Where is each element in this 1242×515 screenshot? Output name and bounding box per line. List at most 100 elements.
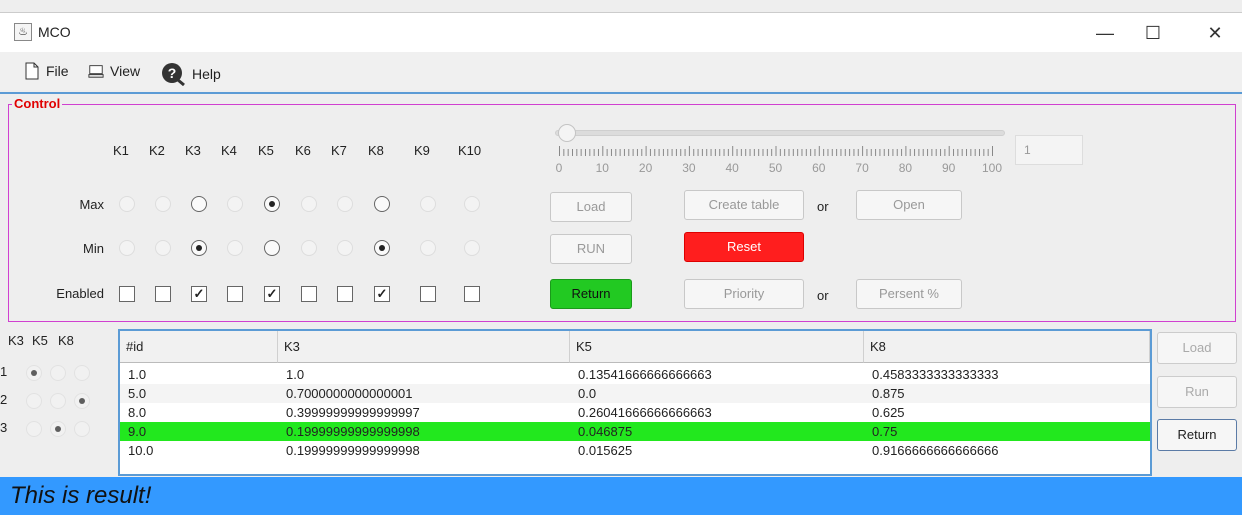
run-button[interactable]: RUN [550, 234, 632, 264]
max-radio-k9[interactable] [420, 196, 436, 212]
column-header-k3[interactable]: K3 [278, 331, 570, 363]
slider-tick-label: 0 [555, 161, 563, 175]
min-radio-k5[interactable] [264, 240, 280, 256]
priority-button[interactable]: Priority [684, 279, 804, 309]
min-radio-k9[interactable] [420, 240, 436, 256]
menu-separator [0, 92, 1242, 94]
min-radio-k2[interactable] [155, 240, 171, 256]
open-button[interactable]: Open [856, 190, 962, 220]
close-button[interactable]: ✕ [1192, 19, 1238, 47]
slider-tick-label: 40 [725, 161, 739, 175]
enabled-checkbox-k10[interactable] [464, 286, 480, 302]
enabled-checkbox-k8[interactable]: ✓ [374, 286, 390, 302]
enabled-checkbox-k5[interactable]: ✓ [264, 286, 280, 302]
weight-radio-1-k3[interactable] [26, 365, 42, 381]
min-radio-k1[interactable] [119, 240, 135, 256]
max-radio-k8[interactable] [374, 196, 390, 212]
table-row[interactable]: 1.0 1.0 0.13541666666666663 0.4583333333333… [120, 365, 1150, 384]
table-row[interactable]: 8.0 0.39999999999999997 0.2604166666666666… [120, 403, 1150, 422]
enabled-checkbox-k3[interactable]: ✓ [191, 286, 207, 302]
enabled-checkbox-k2[interactable] [155, 286, 171, 302]
enabled-checkbox-k1[interactable] [119, 286, 135, 302]
column-header-k8[interactable]: K8 [864, 331, 1150, 363]
criterion-label-k6: K6 [295, 143, 311, 158]
table-cell: 0.875 [872, 386, 905, 401]
table-row[interactable]: 10.0 0.19999999999999998 0.015625 0.9166666… [120, 441, 1150, 460]
weight-radio-1-k8[interactable] [74, 365, 90, 381]
weight-radio-2-k3[interactable] [26, 393, 42, 409]
weights-header-k8: K8 [58, 333, 74, 348]
slider-tick-label: 70 [855, 161, 869, 175]
criterion-label-k5: K5 [258, 143, 274, 158]
menu-bar: File View ? Help [0, 52, 1242, 90]
minimize-button[interactable]: — [1082, 19, 1128, 47]
side-run-button[interactable]: Run [1157, 376, 1237, 408]
min-radio-k6[interactable] [301, 240, 317, 256]
weight-radio-3-k8[interactable] [74, 421, 90, 437]
enabled-checkbox-k9[interactable] [420, 286, 436, 302]
side-load-button[interactable]: Load [1157, 332, 1237, 364]
table-cell: 0.19999999999999998 [286, 424, 420, 439]
reset-button[interactable]: Reset [684, 232, 804, 262]
min-radio-k4[interactable] [227, 240, 243, 256]
weight-radio-2-k8[interactable] [74, 393, 90, 409]
max-radio-k5[interactable] [264, 196, 280, 212]
criterion-label-k9: K9 [414, 143, 430, 158]
weights-row-number: 2 [0, 392, 8, 407]
load-button[interactable]: Load [550, 192, 632, 222]
slider-tick-label: 50 [768, 161, 783, 175]
menu-help[interactable]: ? Help [160, 62, 221, 86]
slider-thumb[interactable] [558, 124, 576, 142]
table-cell: 0.26041666666666663 [578, 405, 712, 420]
table-cell: 0.39999999999999997 [286, 405, 420, 420]
result-table: #id K3 K5 K8 1.0 1.0 0.13541666666666663 0.4583… [118, 329, 1152, 476]
max-radio-k4[interactable] [227, 196, 243, 212]
max-row-label: Max [79, 197, 104, 212]
or-text: or [817, 199, 829, 214]
max-radio-k6[interactable] [301, 196, 317, 212]
enabled-checkbox-k7[interactable] [337, 286, 353, 302]
weight-radio-2-k5[interactable] [50, 393, 66, 409]
slider-tick-label: 60 [812, 161, 826, 175]
weight-radio-1-k5[interactable] [50, 365, 66, 381]
criterion-label-k3: K3 [185, 143, 201, 158]
table-row[interactable]: 5.0 0.7000000000000001 0.0 0.875 [120, 384, 1150, 403]
menu-view[interactable]: View [88, 62, 140, 80]
create-table-button[interactable]: Create table [684, 190, 804, 220]
weights-row-number: 1 [0, 364, 8, 379]
enabled-checkbox-k4[interactable] [227, 286, 243, 302]
weights-row-number: 3 [0, 420, 8, 435]
column-header-k5[interactable]: K5 [570, 331, 864, 363]
min-radio-k3[interactable] [191, 240, 207, 256]
min-radio-k8[interactable] [374, 240, 390, 256]
max-radio-k3[interactable] [191, 196, 207, 212]
svg-text:?: ? [168, 65, 177, 81]
slider-tick-label: 30 [682, 161, 696, 175]
slider-track[interactable] [555, 130, 1005, 136]
min-radio-k10[interactable] [464, 240, 480, 256]
table-cell: 1.0 [128, 367, 147, 382]
column-header-id[interactable]: #id [120, 331, 278, 363]
slider-tick-label: 20 [638, 161, 653, 175]
weights-header-k3: K3 [8, 333, 24, 348]
persent-button[interactable]: Persent % [856, 279, 962, 309]
maximize-button[interactable]: ☐ [1130, 19, 1176, 47]
help-icon: ? [162, 63, 185, 86]
enabled-checkbox-k6[interactable] [301, 286, 317, 302]
menu-file[interactable]: File [24, 62, 69, 80]
min-radio-k7[interactable] [337, 240, 353, 256]
max-radio-k2[interactable] [155, 196, 171, 212]
weight-radio-3-k5[interactable] [50, 421, 66, 437]
side-return-button[interactable]: Return [1157, 419, 1237, 451]
table-cell: 5.0 [128, 386, 147, 401]
table-cell: 0.046875 [578, 424, 633, 439]
table-cell: 0.625 [872, 405, 905, 420]
table-row[interactable]: 9.0 0.19999999999999998 0.046875 0.75 [120, 422, 1150, 441]
return-button[interactable]: Return [550, 279, 632, 309]
max-radio-k10[interactable] [464, 196, 480, 212]
slider-value-field[interactable]: 1 [1015, 135, 1083, 165]
menu-help-label: Help [192, 66, 221, 82]
max-radio-k7[interactable] [337, 196, 353, 212]
max-radio-k1[interactable] [119, 196, 135, 212]
weight-radio-3-k3[interactable] [26, 421, 42, 437]
